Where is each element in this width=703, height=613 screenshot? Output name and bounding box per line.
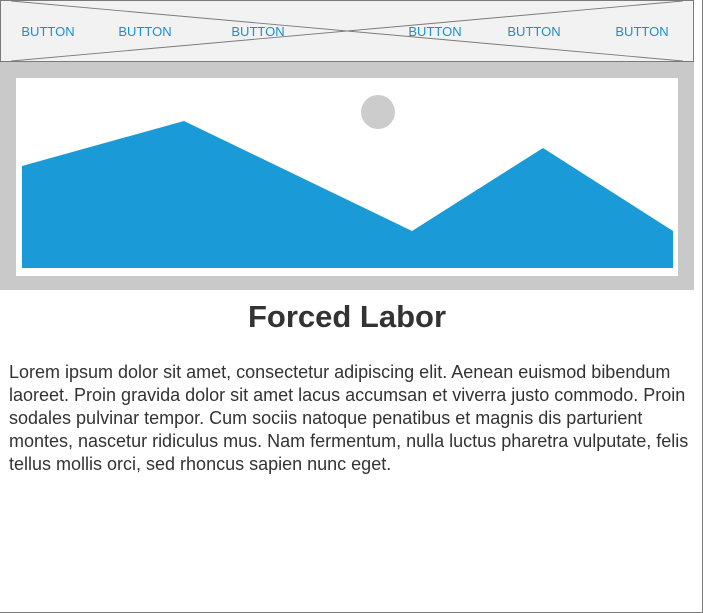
nav-button-6[interactable]: BUTTON	[609, 23, 675, 41]
nav-button-1[interactable]: BUTTON	[15, 23, 81, 41]
nav-button-5[interactable]: BUTTON	[501, 23, 567, 41]
page-title: Forced Labor	[247, 299, 447, 334]
nav-button-3[interactable]: BUTTON	[225, 23, 291, 41]
navigation-bar: BUTTON BUTTON BUTTON BUTTON BUTTON BUTTO…	[0, 0, 694, 62]
landscape-image-icon	[16, 78, 678, 276]
hero-image-frame	[0, 62, 694, 290]
nav-button-4[interactable]: BUTTON	[402, 23, 468, 41]
sun-circle	[361, 95, 395, 129]
placeholder-cross-lines	[11, 1, 683, 61]
body-paragraph: Lorem ipsum dolor sit amet, consectetur …	[9, 362, 689, 474]
nav-button-2[interactable]: BUTTON	[112, 23, 178, 41]
hero-image	[16, 78, 678, 276]
